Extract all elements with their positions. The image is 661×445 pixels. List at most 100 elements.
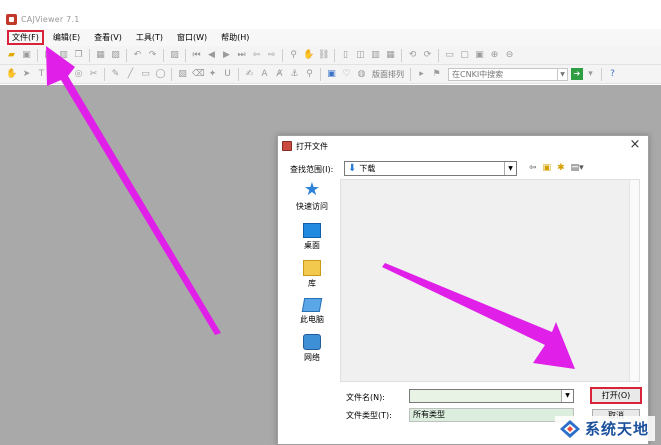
open-button[interactable]: 打开(O) [590,387,642,404]
place-network[interactable]: 网络 [286,334,338,363]
fit-width-icon[interactable]: ▭ [444,50,455,61]
text-select-icon[interactable]: T [36,69,47,80]
ocr-icon[interactable]: ◎ [73,69,84,80]
new-folder-icon[interactable]: ✱ [557,163,565,173]
place-library[interactable]: 库 [286,260,338,289]
rotate-right-icon[interactable]: ⟳ [422,50,433,61]
menu-edit[interactable]: 编辑(E) [48,30,85,45]
star-icon: ★ [303,179,321,200]
paste-icon[interactable]: ▧ [110,50,121,61]
save-icon[interactable]: ▣ [21,50,32,61]
look-in-label: 查找范围(I): [290,165,334,174]
clip-icon[interactable]: ✂ [88,69,99,80]
forward-icon[interactable]: ⇨ [266,50,277,61]
snapshot-icon[interactable]: ▨ [169,50,180,61]
last-page-icon[interactable]: ⏭ [236,50,247,61]
cnki-search-input[interactable]: 在CNKI中搜索 ▼ [448,67,568,81]
filename-label: 文件名(N): [346,393,385,402]
search-doc-icon[interactable]: ⚲ [304,69,315,80]
eraser-icon[interactable]: ⌫ [192,69,205,80]
rearrange-icon[interactable]: ◍ [356,69,367,80]
layout-button-label[interactable]: 版面排列 [372,69,404,80]
toolbar-separator [185,48,186,62]
view-menu-icon[interactable]: ▤▾ [571,163,584,173]
select-arrow-icon[interactable]: ➤ [21,69,32,80]
link-icon[interactable]: ⛓ [318,50,329,61]
help-icon[interactable]: ? [607,69,618,80]
chevron-down-icon[interactable]: ▾ [585,69,596,80]
heart-icon[interactable]: ♡ [341,69,352,80]
chevron-down-icon[interactable]: ▼ [561,390,573,402]
vertical-scrollbar[interactable] [629,180,639,381]
print-icon[interactable]: ▤ [43,50,54,61]
up-folder-icon[interactable]: ▣ [543,163,552,173]
markup-icon[interactable]: ✍ [244,69,255,80]
back-arrow-icon[interactable]: ⇦ [529,163,537,173]
chevron-down-icon[interactable]: ▼ [504,162,516,175]
filetype-select[interactable]: 所有类型 [409,408,574,422]
menu-help[interactable]: 帮助(H) [216,30,254,45]
filename-input[interactable]: ▼ [409,389,574,403]
window-title: CAJViewer 7.1 [21,14,80,24]
open-file-dialog: 打开文件 × 查找范围(I): ⬇ 下载 ▼ ⇦ ▣ ✱ ▤▾ ★ 快速访问 桌… [277,135,649,445]
ellipse-icon[interactable]: ◯ [155,69,166,80]
columns-icon[interactable]: ▥ [370,50,381,61]
place-label: 库 [308,279,316,288]
cajviewer-window: CAJViewer 7.1 文件(F) 编辑(E) 查看(V) 工具(T) 窗口… [0,0,661,445]
toolbar-separator [89,48,90,62]
menu-tools[interactable]: 工具(T) [131,30,168,45]
desktop-icon [303,223,321,238]
zoom-out-icon[interactable]: ⊖ [504,50,515,61]
small-arrow-icon[interactable]: ▸ [416,69,427,80]
search-go-button[interactable]: ➔ [571,68,583,80]
fit-page-icon[interactable]: ▣ [474,50,485,61]
look-in-select[interactable]: ⬇ 下载 ▼ [344,161,517,176]
toolbar-separator [104,67,105,81]
single-page-icon[interactable]: ▯ [340,50,351,61]
menu-view[interactable]: 查看(V) [89,30,127,45]
open-folder-icon[interactable]: ▰ [6,50,17,61]
place-quick-access[interactable]: ★ 快速访问 [286,181,338,212]
layout-icon[interactable]: ▣ [326,69,337,80]
chevron-down-icon[interactable]: ▼ [557,68,567,80]
next-page-icon[interactable]: ▶ [221,50,232,61]
grid-icon[interactable]: ▦ [385,50,396,61]
place-this-pc[interactable]: 此电脑 [286,298,338,325]
highlight-icon[interactable]: ✦ [207,69,218,80]
file-list-area[interactable] [340,179,640,382]
hand-icon[interactable]: ✋ [303,50,314,61]
undo-icon[interactable]: ↶ [132,50,143,61]
pan-hand-icon[interactable]: ✋ [6,69,17,80]
note-icon[interactable]: ▨ [177,69,188,80]
toolbar-separator [126,48,127,62]
rotate-left-icon[interactable]: ⟲ [407,50,418,61]
two-page-icon[interactable]: ◫ [355,50,366,61]
menu-window[interactable]: 窗口(W) [172,30,212,45]
back-icon[interactable]: ⇦ [251,50,262,61]
zoom-in-icon[interactable]: ⊕ [489,50,500,61]
toolbar-separator [320,67,321,81]
look-in-value: 下载 [359,164,376,173]
app-logo-icon [6,13,17,25]
strike-icon[interactable]: Ⱥ [274,69,285,80]
menu-file[interactable]: 文件(F) [7,30,44,45]
copy-icon[interactable]: ❐ [73,50,84,61]
copy-page-icon[interactable]: ▦ [95,50,106,61]
actual-size-icon[interactable]: ▢ [459,50,470,61]
place-label: 此电脑 [300,315,324,324]
print-preview-icon[interactable]: ▥ [58,50,69,61]
close-button[interactable]: × [628,138,642,152]
text-box-icon[interactable]: A [259,69,270,80]
rect-icon[interactable]: ▭ [140,69,151,80]
anchor-icon[interactable]: ⚓ [289,69,300,80]
line-icon[interactable]: ╱ [125,69,136,80]
underline-icon[interactable]: U [222,69,233,80]
camera-icon[interactable]: ◉ [58,69,69,80]
redo-icon[interactable]: ↷ [147,50,158,61]
place-desktop[interactable]: 桌面 [286,221,338,251]
flag-icon[interactable]: ⚑ [431,69,442,80]
find-icon[interactable]: ⚲ [288,50,299,61]
pencil-icon[interactable]: ✎ [110,69,121,80]
first-page-icon[interactable]: ⏮ [191,50,202,61]
prev-page-icon[interactable]: ◀ [206,50,217,61]
